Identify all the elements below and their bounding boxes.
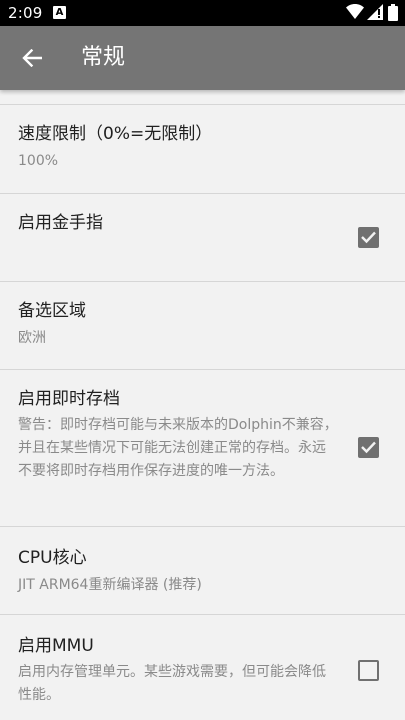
wifi-icon xyxy=(346,4,364,19)
setting-title: 启用即时存档 xyxy=(18,389,120,409)
setting-summary: 100% xyxy=(18,153,59,169)
setting-item-previous xyxy=(0,90,405,105)
setting-cpu-core[interactable]: CPU核心 JIT ARM64重新编译器 (推荐) xyxy=(0,527,405,615)
setting-summary: 欧洲 xyxy=(18,330,46,346)
back-button[interactable] xyxy=(12,38,52,78)
cheats-checkbox[interactable] xyxy=(358,227,379,248)
setting-title: 速度限制（0%=无限制） xyxy=(18,124,213,144)
setting-mmu[interactable]: 启用MMU 启用内存管理单元。某些游戏需要，但可能会降低性能。 xyxy=(0,615,405,720)
signal-icon xyxy=(367,4,383,20)
mmu-checkbox[interactable] xyxy=(358,660,379,681)
status-icons xyxy=(346,4,398,22)
settings-list[interactable]: 速度限制（0%=无限制） 100% 启用金手指 备选区域 欧洲 启用即时存档 警… xyxy=(0,90,405,720)
battery-icon xyxy=(388,4,398,21)
status-time: 2:09 xyxy=(8,4,43,22)
savestates-checkbox[interactable] xyxy=(358,437,379,458)
arrow-left-icon xyxy=(22,49,42,67)
setting-savestates[interactable]: 启用即时存档 警告：即时存档可能与未来版本的Dolphin不兼容，并且在某些情况… xyxy=(0,370,405,527)
setting-cheats[interactable]: 启用金手指 xyxy=(0,194,405,282)
setting-region[interactable]: 备选区域 欧洲 xyxy=(0,282,405,370)
page-title: 常规 xyxy=(81,45,126,70)
notification-icon: A xyxy=(53,6,66,19)
setting-title: 启用金手指 xyxy=(18,213,103,233)
setting-title: 备选区域 xyxy=(18,301,86,321)
setting-summary: JIT ARM64重新编译器 (推荐) xyxy=(18,577,202,593)
status-bar: 2:09 A xyxy=(0,0,405,26)
check-icon xyxy=(361,231,376,244)
app-bar: 常规 xyxy=(0,26,405,90)
setting-title: CPU核心 xyxy=(18,548,87,568)
setting-summary: 警告：即时存档可能与未来版本的Dolphin不兼容，并且在某些情况下可能无法创建… xyxy=(18,417,338,479)
setting-summary: 启用内存管理单元。某些游戏需要，但可能会降低性能。 xyxy=(18,664,326,703)
setting-title: 启用MMU xyxy=(18,636,94,656)
check-icon xyxy=(361,441,376,454)
setting-speed-limit[interactable]: 速度限制（0%=无限制） 100% xyxy=(0,105,405,194)
